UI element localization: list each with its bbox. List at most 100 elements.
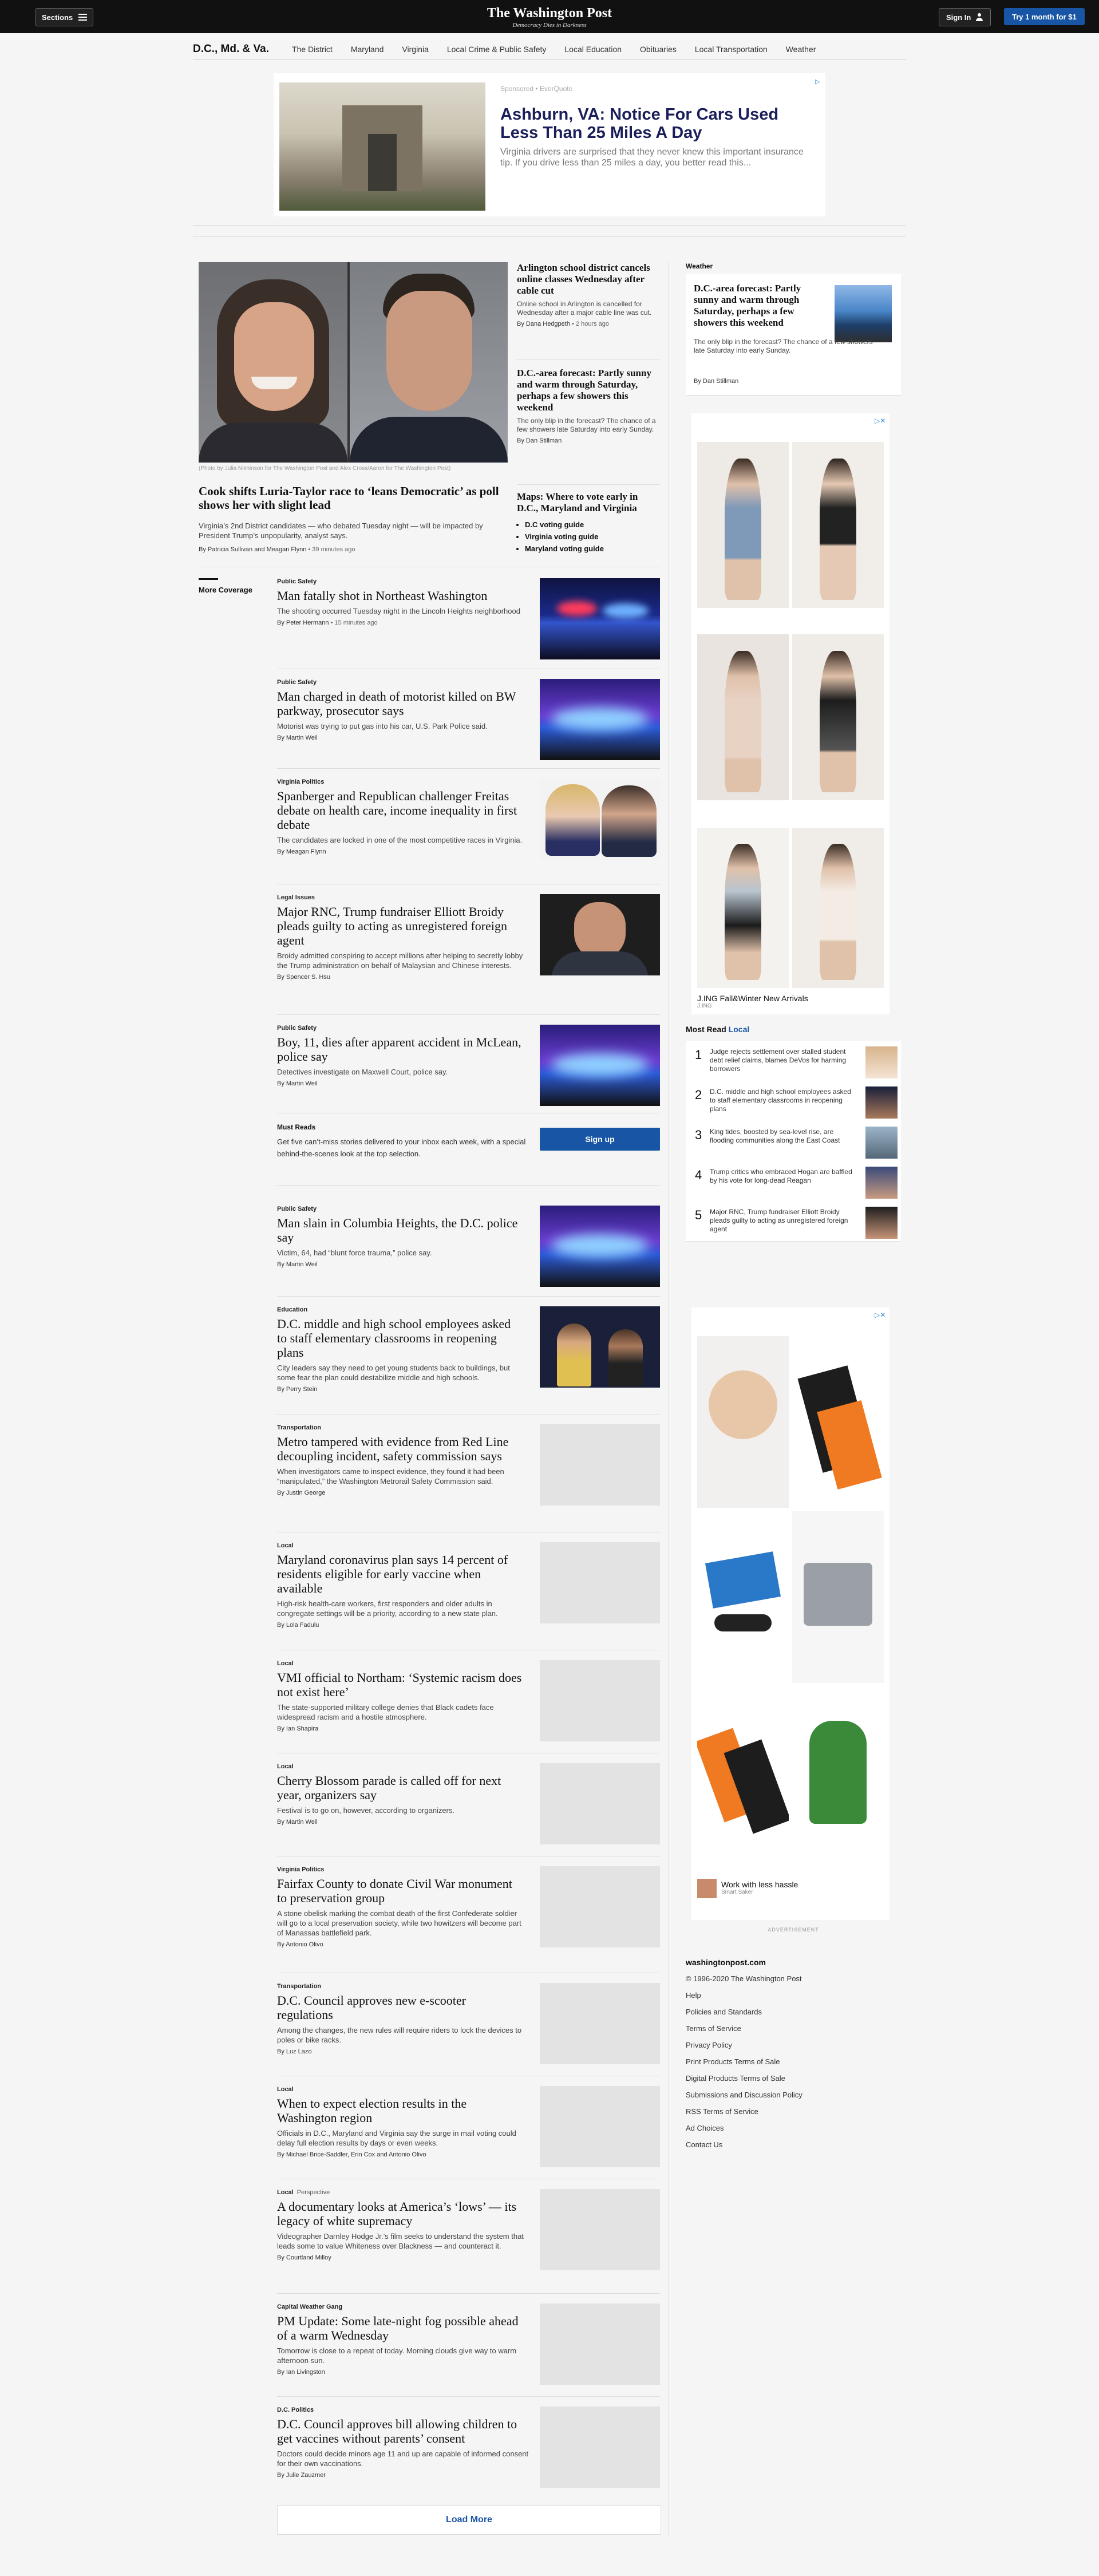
ad-product-image[interactable] (697, 1336, 789, 1508)
story-headline[interactable]: Man slain in Columbia Heights, the D.C. … (277, 1216, 523, 1244)
nav-item-maryland[interactable]: Maryland (351, 45, 384, 54)
ad-product-image[interactable] (792, 634, 884, 800)
story-thumbnail[interactable] (540, 1306, 660, 1388)
story-thumbnail[interactable] (540, 1983, 660, 2064)
story-headline[interactable]: D.C. Council approves new e-scooter regu… (277, 1993, 523, 2022)
story-thumbnail[interactable] (540, 578, 660, 659)
most-read-item[interactable]: 1 Judge rejects settlement over stalled s… (686, 1041, 901, 1081)
story-thumbnail[interactable] (540, 679, 660, 760)
story-headline[interactable]: Metro tampered with evidence from Red Li… (277, 1435, 523, 1463)
ad-product-image[interactable] (792, 1336, 884, 1508)
ad-product-image[interactable] (697, 1511, 789, 1683)
nav-item-weather[interactable]: Weather (786, 45, 816, 54)
story-thumbnail[interactable] (540, 1025, 660, 1106)
story-thumbnail[interactable] (540, 1206, 660, 1287)
most-read-item[interactable]: 2 D.C. middle and high school employees a… (686, 1081, 901, 1121)
weather-label[interactable]: Weather (686, 262, 901, 270)
most-read-item[interactable]: 4 Trump critics who embraced Hogan are ba… (686, 1161, 901, 1202)
ad-product-image[interactable] (697, 442, 789, 608)
side-story: Arlington school district cancels online… (517, 262, 660, 327)
voting-link-dc[interactable]: D.C voting guide (525, 519, 660, 531)
nav-item-obituaries[interactable]: Obituaries (640, 45, 677, 54)
sign-in-button[interactable]: Sign In (939, 8, 991, 26)
story-headline[interactable]: A documentary looks at America’s ‘lows’ … (277, 2199, 523, 2228)
voting-headline[interactable]: Maps: Where to vote early in D.C., Maryl… (517, 491, 660, 514)
subscribe-button[interactable]: Try 1 month for $1 (1004, 8, 1085, 25)
story-thumbnail[interactable] (540, 1660, 660, 1741)
ad-product-image[interactable] (792, 1511, 884, 1683)
sign-up-button[interactable]: Sign up (540, 1128, 660, 1151)
footer-link-help[interactable]: Help (686, 1987, 901, 2004)
story-thumbnail[interactable] (540, 1866, 660, 1947)
nav-item-virginia[interactable]: Virginia (402, 45, 428, 54)
ad-product-image[interactable] (697, 634, 789, 800)
story-headline[interactable]: Maryland coronavirus plan says 14 percen… (277, 1552, 523, 1595)
logo-text: The Washington Post (487, 6, 612, 21)
side-story-headline[interactable]: Arlington school district cancels online… (517, 262, 660, 297)
adchoices-icon[interactable]: ▷✕ (875, 417, 885, 425)
story-headline[interactable]: Spanberger and Republican challenger Fre… (277, 789, 523, 832)
adchoices-icon[interactable]: ▷ (815, 78, 820, 85)
story-headline[interactable]: VMI official to Northam: ‘Systemic racis… (277, 1670, 523, 1699)
story-thumbnail[interactable] (540, 1542, 660, 1623)
story-blurb: Broidy admitted conspiring to accept mil… (277, 951, 523, 970)
ad-caption[interactable]: J.ING Fall&Winter New Arrivals J.ING (697, 994, 808, 1009)
story-headline[interactable]: D.C. middle and high school employees as… (277, 1317, 523, 1360)
ad-caption[interactable]: Work with less hassle Smart Saker (721, 1880, 798, 1895)
section-title[interactable]: D.C., Md. & Va. (193, 43, 269, 56)
lead-headline[interactable]: Cook shifts Luria-Taylor race to ‘leans … (199, 484, 508, 512)
story-thumbnail[interactable] (540, 1763, 660, 1844)
nav-item-transportation[interactable]: Local Transportation (695, 45, 768, 54)
story-headline[interactable]: Fairfax County to donate Civil War monum… (277, 1876, 523, 1905)
footer-link-privacy[interactable]: Privacy Policy (686, 2037, 901, 2053)
footer-link-terms[interactable]: Terms of Service (686, 2020, 901, 2037)
ad-product-image[interactable] (792, 1686, 884, 1858)
footer-site[interactable]: washingtonpost.com (686, 1958, 901, 1967)
voting-link-md[interactable]: Maryland voting guide (525, 543, 660, 555)
load-more-button[interactable]: Load More (277, 2505, 661, 2535)
story-thumbnail[interactable] (540, 2086, 660, 2167)
story-thumbnail[interactable] (540, 894, 660, 975)
footer-link-rss[interactable]: RSS Terms of Service (686, 2103, 901, 2120)
story-thumbnail[interactable] (540, 2304, 660, 2385)
ad-product-image[interactable] (792, 442, 884, 608)
footer-link-print-terms[interactable]: Print Products Terms of Sale (686, 2053, 901, 2070)
tools-advertisement[interactable]: ▷✕ Work with less hassle Smart Saker (691, 1307, 890, 1920)
story-thumbnail[interactable] (540, 1424, 660, 1506)
story-thumbnail[interactable] (540, 779, 660, 860)
story-headline[interactable]: Man charged in death of motorist killed … (277, 689, 523, 718)
fashion-advertisement[interactable]: ▷✕ J.ING Fall&Winter New Arrivals J.ING (691, 413, 890, 1014)
nav-item-education[interactable]: Local Education (564, 45, 622, 54)
most-read-item[interactable]: 5 Major RNC, Trump fundraiser Elliott Bro… (686, 1201, 901, 1242)
weather-headline[interactable]: D.C.-area forecast: Partly sunny and war… (694, 283, 825, 329)
voting-link-va[interactable]: Virginia voting guide (525, 531, 660, 543)
nav-item-district[interactable]: The District (292, 45, 333, 54)
story-headline[interactable]: D.C. Council approves bill allowing chil… (277, 2417, 523, 2445)
adchoices-icon[interactable]: ▷✕ (875, 1311, 885, 1319)
ad-product-image[interactable] (697, 1686, 789, 1858)
story-headline[interactable]: Cherry Blossom parade is called off for … (277, 1773, 523, 1802)
story-headline[interactable]: Boy, 11, dies after apparent accident in… (277, 1035, 523, 1064)
footer-link-policies[interactable]: Policies and Standards (686, 2004, 901, 2020)
lead-photo[interactable] (199, 262, 508, 463)
footer-link-contact[interactable]: Contact Us (686, 2136, 901, 2153)
story-headline[interactable]: Man fatally shot in Northeast Washington (277, 588, 523, 603)
weather-thumbnail[interactable] (835, 285, 892, 342)
ad-product-image[interactable] (792, 828, 884, 988)
story-headline[interactable]: PM Update: Some late-night fog possible … (277, 2314, 523, 2342)
nav-item-crime[interactable]: Local Crime & Public Safety (447, 45, 547, 54)
story-thumbnail[interactable] (540, 2407, 660, 2488)
footer-link-submissions[interactable]: Submissions and Discussion Policy (686, 2087, 901, 2103)
footer-link-ad-choices[interactable]: Ad Choices (686, 2120, 901, 2136)
story-item: Public Safety Man fatally shot in Northe… (277, 578, 660, 659)
footer-link-digital-terms[interactable]: Digital Products Terms of Sale (686, 2070, 901, 2087)
ad-title[interactable]: Ashburn, VA: Notice For Cars Used Less T… (500, 105, 809, 142)
story-headline[interactable]: When to expect election results in the W… (277, 2096, 523, 2125)
side-story-headline[interactable]: D.C.-area forecast: Partly sunny and war… (517, 368, 660, 413)
site-logo[interactable]: The Washington Post Democracy Dies in Da… (0, 6, 1099, 29)
ad-product-image[interactable] (697, 828, 789, 988)
top-advertisement[interactable]: Sponsored • EverQuote ▷ Ashburn, VA: Not… (274, 73, 825, 216)
story-thumbnail[interactable] (540, 2189, 660, 2270)
most-read-item[interactable]: 3 King tides, boosted by sea-level rise, … (686, 1121, 901, 1161)
story-headline[interactable]: Major RNC, Trump fundraiser Elliott Broi… (277, 904, 523, 947)
